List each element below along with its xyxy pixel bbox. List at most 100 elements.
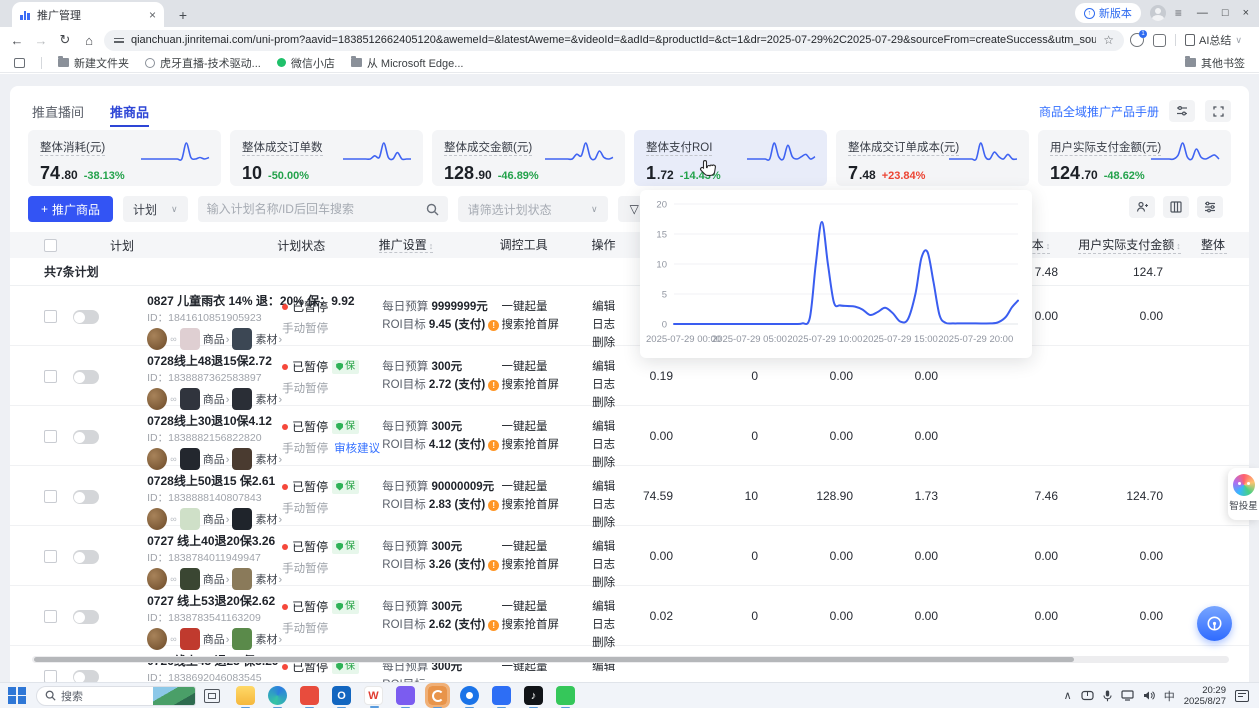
plan-enable-toggle[interactable] [73, 670, 99, 682]
column-header-plan[interactable]: 计划 [104, 237, 277, 254]
home-button[interactable]: ⌂ [80, 33, 98, 48]
active-browser-icon[interactable] [428, 686, 447, 705]
browser-profile-avatar[interactable] [1150, 5, 1166, 21]
metric-card[interactable]: 整体成交金额(元) 128.90 -46.89% [432, 130, 625, 186]
other-bookmarks-button[interactable]: 其他书签 [1185, 55, 1245, 71]
help-float-button[interactable] [1197, 606, 1232, 641]
bookmark-item[interactable]: 新建文件夹 [58, 55, 129, 71]
file-explorer-icon[interactable] [236, 686, 255, 705]
row-checkbox[interactable] [44, 370, 57, 383]
green-app-icon[interactable] [556, 686, 575, 705]
edge-browser-icon[interactable] [268, 686, 287, 705]
review-suggestion-link[interactable]: 审核建议 [334, 440, 380, 456]
window-maximize-button[interactable]: □ [1222, 7, 1229, 19]
custom-columns-icon[interactable] [1163, 196, 1189, 218]
plan-name[interactable]: 0727 线上40退20保3.26 [147, 532, 282, 549]
column-header-status[interactable]: 计划状态 [277, 237, 379, 254]
plan-enable-toggle[interactable] [73, 610, 99, 624]
batch-manage-icon[interactable] [1129, 196, 1155, 218]
bookmark-item[interactable]: 从 Microsoft Edge... [351, 55, 464, 71]
material-link[interactable]: 素材› [255, 631, 282, 647]
plan-type-select[interactable]: 计划∨ [123, 196, 188, 222]
back-button[interactable]: ← [8, 33, 26, 48]
reload-button[interactable]: ↻ [56, 32, 74, 48]
select-all-checkbox[interactable] [44, 239, 57, 252]
metric-card[interactable]: 整体消耗(元) 74.80 -38.13% [28, 130, 221, 186]
new-tab-button[interactable]: + [174, 7, 192, 23]
plan-status-select[interactable]: 请筛选计划状态∨ [458, 196, 608, 222]
search-icon[interactable] [426, 203, 439, 216]
row-action-link[interactable]: 日志 [592, 316, 635, 334]
outlook-icon[interactable]: O [332, 686, 351, 705]
row-action-link[interactable]: 日志 [592, 616, 635, 634]
metric-card[interactable]: 整体成交订单成本(元) 7.48 +23.84% [836, 130, 1029, 186]
weather-highlight-image[interactable] [153, 686, 195, 706]
metric-card[interactable]: 整体成交订单数 10 -50.00% [230, 130, 423, 186]
promote-product-button[interactable]: +推广商品 [28, 196, 113, 222]
chart-settings-icon[interactable] [1169, 100, 1195, 122]
column-header-tools[interactable]: 调控工具 [500, 236, 592, 254]
row-action-link[interactable]: 日志 [592, 496, 635, 514]
plan-name[interactable]: 0728线上50退15 保2.61 [147, 472, 282, 489]
control-tool-link[interactable]: 一键起量 [501, 358, 592, 376]
plan-name[interactable]: 0727 线上53退20保2.62 [147, 592, 282, 609]
row-action-link[interactable]: 编辑 [592, 418, 635, 436]
plan-enable-toggle[interactable] [73, 430, 99, 444]
row-checkbox[interactable] [44, 430, 57, 443]
material-link[interactable]: 素材› [255, 511, 282, 527]
new-version-button[interactable]: ↑ 新版本 [1075, 3, 1141, 23]
blue-app-icon[interactable] [492, 686, 511, 705]
material-link[interactable]: 素材› [255, 391, 282, 407]
product-link[interactable]: 商品› [203, 511, 230, 527]
scrollbar-thumb[interactable] [34, 657, 1074, 662]
clock[interactable]: 20:29 2025/8/27 [1184, 685, 1226, 707]
purple-app-icon[interactable] [396, 686, 415, 705]
bookmark-item[interactable]: 微信小店 [277, 55, 335, 71]
row-action-link[interactable]: 编辑 [592, 298, 635, 316]
task-view-button[interactable] [204, 689, 220, 703]
window-minimize-button[interactable]: — [1197, 7, 1208, 19]
taskbar-search[interactable]: 搜索 [36, 686, 196, 706]
row-action-link[interactable]: 日志 [592, 436, 635, 454]
plan-enable-toggle[interactable] [73, 490, 99, 504]
notification-center-icon[interactable] [1235, 690, 1249, 702]
product-link[interactable]: 商品› [203, 451, 230, 467]
plan-name[interactable]: 0827 儿童雨衣 14% 退：20% 保：9.92 [147, 292, 282, 309]
tiktok-icon[interactable]: ♪ [524, 686, 543, 705]
start-button[interactable] [6, 685, 28, 707]
ime-indicator[interactable]: 中 [1164, 688, 1175, 704]
wps-icon[interactable]: W [364, 686, 383, 705]
plan-enable-toggle[interactable] [73, 550, 99, 564]
column-header-actions[interactable]: 操作 [592, 236, 636, 254]
red-app-icon[interactable] [300, 686, 319, 705]
control-tool-link[interactable]: 一键起量 [501, 538, 592, 556]
url-bar[interactable]: qianchuan.jinritemai.com/uni-prom?aavid=… [104, 30, 1124, 51]
column-header-settings[interactable]: 推广设置 [379, 238, 434, 253]
product-link[interactable]: 商品› [203, 331, 230, 347]
tab-promote-product[interactable]: 推商品 [110, 102, 149, 127]
row-action-link[interactable]: 编辑 [592, 478, 635, 496]
blue-circle-app-icon[interactable] [460, 686, 479, 705]
url-text[interactable]: qianchuan.jinritemai.com/uni-prom?aavid=… [131, 34, 1096, 46]
control-tool-link[interactable]: 一键起量 [501, 598, 592, 616]
row-action-link[interactable]: 编辑 [592, 538, 635, 556]
microphone-icon[interactable] [1103, 690, 1112, 702]
row-checkbox[interactable] [44, 310, 57, 323]
metric-card[interactable]: 整体支付ROI 1.72 -14.43% [634, 130, 827, 186]
control-tool-link[interactable]: 一键起量 [501, 298, 592, 316]
control-tool-link[interactable]: 搜索抢首屏 [501, 616, 592, 634]
bookmark-star-icon[interactable]: ☆ [1103, 33, 1114, 47]
row-action-link[interactable]: 编辑 [592, 358, 635, 376]
material-link[interactable]: 素材› [255, 571, 282, 587]
product-link[interactable]: 商品› [203, 391, 230, 407]
row-action-link[interactable]: 日志 [592, 376, 635, 394]
row-checkbox[interactable] [44, 550, 57, 563]
display-network-icon[interactable] [1121, 690, 1134, 701]
control-tool-link[interactable]: 搜索抢首屏 [501, 316, 592, 334]
blocker-extension-icon[interactable]: 1 [1130, 33, 1144, 47]
ai-summary-button[interactable]: AI总结 ∨ [1185, 32, 1242, 48]
row-action-link[interactable]: 编辑 [592, 598, 635, 616]
table-settings-icon[interactable] [1197, 196, 1223, 218]
tab-close-icon[interactable]: × [149, 8, 156, 22]
column-header-metric[interactable]: 整体 [1185, 236, 1249, 254]
